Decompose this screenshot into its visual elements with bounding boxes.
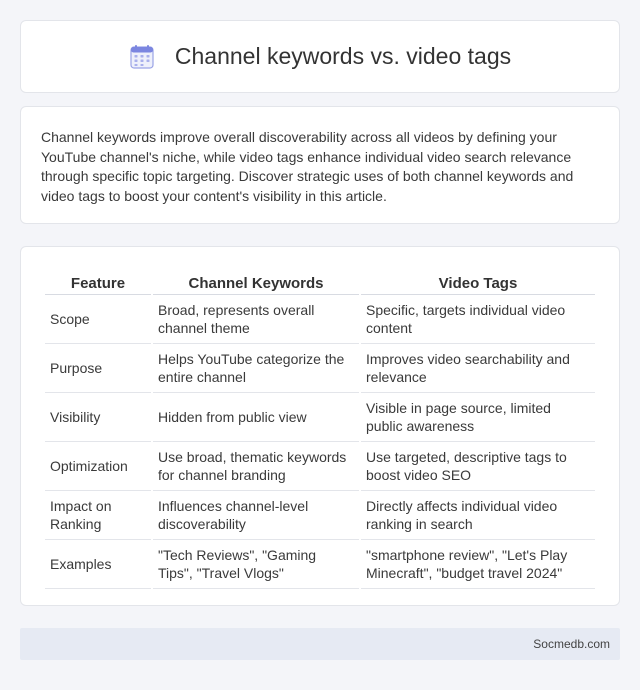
cell-video-tags: Improves video searchability and relevan… xyxy=(361,344,595,393)
footer-source: Socmedb.com xyxy=(533,637,610,651)
table-row: Purpose Helps YouTube categorize the ent… xyxy=(45,344,595,393)
footer: Socmedb.com xyxy=(20,628,620,660)
title-card: Channel keywords vs. video tags xyxy=(20,20,620,93)
comparison-table-card: Feature Channel Keywords Video Tags Scop… xyxy=(20,246,620,606)
cell-channel-keywords: Influences channel-level discoverability xyxy=(153,491,359,540)
cell-channel-keywords: Use broad, thematic keywords for channel… xyxy=(153,442,359,491)
cell-video-tags: "smartphone review", "Let's Play Minecra… xyxy=(361,540,595,589)
cell-video-tags: Directly affects individual video rankin… xyxy=(361,491,595,540)
cell-feature: Optimization xyxy=(45,442,151,491)
table-row: Examples "Tech Reviews", "Gaming Tips", … xyxy=(45,540,595,589)
table-header-row: Feature Channel Keywords Video Tags xyxy=(45,267,595,295)
cell-video-tags: Visible in page source, limited public a… xyxy=(361,393,595,442)
page-title: Channel keywords vs. video tags xyxy=(174,43,512,69)
table-row: Impact on Ranking Influences channel-lev… xyxy=(45,491,595,540)
cell-channel-keywords: "Tech Reviews", "Gaming Tips", "Travel V… xyxy=(153,540,359,589)
page: Channel keywords vs. video tags Channel … xyxy=(0,0,640,690)
header-video-tags: Video Tags xyxy=(361,267,595,295)
header-feature: Feature xyxy=(45,267,151,295)
intro-card: Channel keywords improve overall discove… xyxy=(20,106,620,224)
table-row: Visibility Hidden from public view Visib… xyxy=(45,393,595,442)
cell-feature: Impact on Ranking xyxy=(45,491,151,540)
cell-video-tags: Use targeted, descriptive tags to boost … xyxy=(361,442,595,491)
calendar-icon xyxy=(130,44,154,69)
cell-channel-keywords: Helps YouTube categorize the entire chan… xyxy=(153,344,359,393)
cell-feature: Scope xyxy=(45,295,151,344)
intro-text: Channel keywords improve overall discove… xyxy=(41,129,574,204)
header-channel-keywords: Channel Keywords xyxy=(153,267,359,295)
cell-channel-keywords: Broad, represents overall channel theme xyxy=(153,295,359,344)
table-row: Scope Broad, represents overall channel … xyxy=(45,295,595,344)
comparison-table: Feature Channel Keywords Video Tags Scop… xyxy=(43,267,597,589)
cell-feature: Visibility xyxy=(45,393,151,442)
cell-channel-keywords: Hidden from public view xyxy=(153,393,359,442)
cell-feature: Purpose xyxy=(45,344,151,393)
cell-video-tags: Specific, targets individual video conte… xyxy=(361,295,595,344)
table-row: Optimization Use broad, thematic keyword… xyxy=(45,442,595,491)
cell-feature: Examples xyxy=(45,540,151,589)
